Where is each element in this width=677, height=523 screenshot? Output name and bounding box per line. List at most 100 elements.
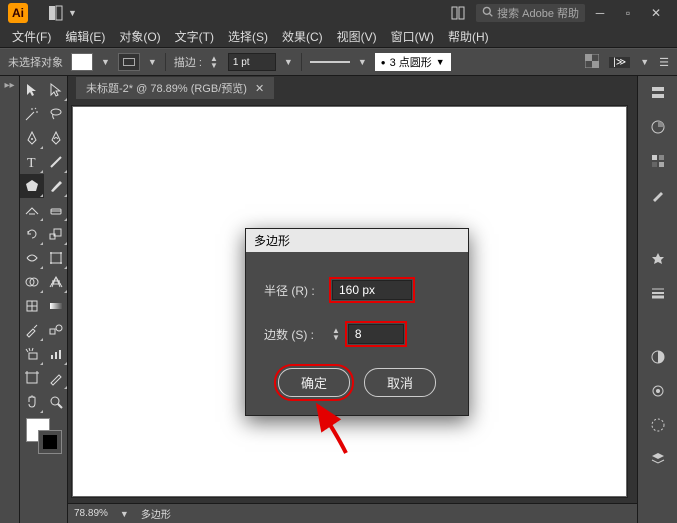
transparency-panel-icon[interactable] (647, 346, 669, 368)
polygon-tool[interactable] (20, 174, 44, 198)
svg-text:T: T (27, 156, 36, 170)
document-tab-bar: 未标题-2* @ 78.89% (RGB/预览) ✕ (68, 76, 637, 100)
sides-label: 边数 (S) : (264, 326, 326, 343)
layout-icon (48, 5, 64, 21)
menu-window[interactable]: 窗口(W) (385, 26, 440, 47)
magic-wand-tool[interactable] (20, 102, 44, 126)
right-panel-dock (637, 76, 677, 523)
status-bar: 78.89% ▼ 多边形 (68, 503, 637, 523)
selection-tool[interactable] (20, 78, 44, 102)
no-selection-label: 未选择对象 (8, 54, 63, 70)
curvature-tool[interactable] (44, 126, 68, 150)
document-tab-title: 未标题-2* @ 78.89% (RGB/预览) (86, 80, 247, 96)
graphic-styles-panel-icon[interactable] (647, 414, 669, 436)
hand-tool[interactable] (20, 390, 44, 414)
stroke-profile-icon[interactable] (310, 57, 350, 67)
panel-collapse-strip: ▸▸ (0, 76, 20, 523)
zoom-level[interactable]: 78.89% (74, 508, 108, 519)
menu-effect[interactable]: 效果(C) (276, 26, 329, 47)
layers-panel-icon[interactable] (647, 448, 669, 470)
type-tool[interactable]: T (20, 150, 44, 174)
menu-object[interactable]: 对象(O) (113, 26, 166, 47)
stroke-label: 描边 : (174, 54, 202, 70)
polygon-dialog: 多边形 半径 (R) : 边数 (S) : ▲▼ 确定 取消 (245, 228, 469, 416)
radius-input[interactable] (332, 280, 412, 300)
symbols-panel-icon[interactable] (647, 248, 669, 270)
fill-stroke-control[interactable] (20, 414, 68, 458)
window-controls: ─ ▫ ✕ (593, 6, 663, 20)
stroke-color-box[interactable] (38, 430, 62, 454)
free-transform-tool[interactable] (44, 246, 68, 270)
paintbrush-tool[interactable] (44, 174, 68, 198)
menu-edit[interactable]: 编辑(E) (59, 26, 111, 47)
maximize-button[interactable]: ▫ (621, 6, 635, 20)
chevron-down-icon[interactable]: ▼ (101, 57, 110, 67)
ok-button[interactable]: 确定 (278, 368, 350, 397)
stroke-width-input[interactable] (228, 53, 276, 71)
lasso-tool[interactable] (44, 102, 68, 126)
blend-tool[interactable] (44, 318, 68, 342)
document-tab[interactable]: 未标题-2* @ 78.89% (RGB/预览) ✕ (76, 77, 274, 99)
align-icon[interactable]: |≫ (609, 57, 630, 68)
shaper-tool[interactable] (20, 198, 44, 222)
brush-profile-dropdown[interactable]: ●3 点圆形▼ (375, 53, 451, 71)
title-bar: Ai ▼ 搜索 Adobe 帮助 ─ ▫ ✕ (0, 0, 677, 26)
options-menu-icon[interactable]: ☰ (659, 56, 669, 69)
menu-select[interactable]: 选择(S) (222, 26, 274, 47)
zoom-tool[interactable] (44, 390, 68, 414)
direct-selection-tool[interactable] (44, 78, 68, 102)
menu-bar: 文件(F) 编辑(E) 对象(O) 文字(T) 选择(S) 效果(C) 视图(V… (0, 26, 677, 48)
chevron-down-icon[interactable]: ▼ (120, 509, 129, 519)
stroke-panel-icon[interactable] (647, 282, 669, 304)
app-logo: Ai (8, 3, 28, 23)
gradient-tool[interactable] (44, 294, 68, 318)
chevron-down-icon[interactable]: ▼ (358, 57, 367, 67)
menu-help[interactable]: 帮助(H) (442, 26, 495, 47)
eraser-tool[interactable] (44, 198, 68, 222)
search-icon (482, 6, 493, 20)
shape-builder-tool[interactable] (20, 270, 44, 294)
fill-swatch[interactable] (71, 53, 93, 71)
pen-tool[interactable] (20, 126, 44, 150)
appearance-panel-icon[interactable] (647, 380, 669, 402)
width-tool[interactable] (20, 246, 44, 270)
chevron-down-icon[interactable]: ▼ (640, 57, 649, 67)
opacity-icon[interactable] (585, 54, 599, 71)
rotate-tool[interactable] (20, 222, 44, 246)
expand-right-icon[interactable]: ▸▸ (4, 80, 14, 91)
eyedropper-tool[interactable] (20, 318, 44, 342)
properties-panel-icon[interactable] (647, 82, 669, 104)
arrange-docs-icon[interactable] (450, 5, 466, 21)
swatches-panel-icon[interactable] (647, 150, 669, 172)
status-tool-mode: 多边形 (141, 506, 171, 521)
scale-tool[interactable] (44, 222, 68, 246)
chevron-down-icon[interactable]: ▼ (148, 57, 157, 67)
slice-tool[interactable] (44, 366, 68, 390)
line-segment-tool[interactable] (44, 150, 68, 174)
cancel-button[interactable]: 取消 (364, 368, 436, 397)
sides-input[interactable] (348, 324, 404, 344)
sides-stepper[interactable]: ▲▼ (332, 327, 340, 341)
stroke-swatch[interactable] (118, 53, 140, 71)
menu-file[interactable]: 文件(F) (6, 26, 57, 47)
dialog-title: 多边形 (246, 229, 468, 252)
chevron-down-icon[interactable]: ▼ (284, 57, 293, 67)
menu-type[interactable]: 文字(T) (169, 26, 220, 47)
brushes-panel-icon[interactable] (647, 184, 669, 206)
separator (301, 53, 302, 71)
color-panel-icon[interactable] (647, 116, 669, 138)
workspace-switcher[interactable]: ▼ (48, 5, 77, 21)
search-input[interactable]: 搜索 Adobe 帮助 (476, 4, 585, 22)
menu-view[interactable]: 视图(V) (331, 26, 383, 47)
stroke-stepper[interactable]: ▲▼ (210, 55, 218, 69)
column-graph-tool[interactable] (44, 342, 68, 366)
minimize-button[interactable]: ─ (593, 6, 607, 20)
close-button[interactable]: ✕ (649, 6, 663, 20)
toolbox: T (20, 76, 68, 523)
mesh-tool[interactable] (20, 294, 44, 318)
artboard-tool[interactable] (20, 366, 44, 390)
close-icon[interactable]: ✕ (255, 82, 264, 95)
options-bar: 未选择对象 ▼ ▼ 描边 : ▲▼ ▼ ▼ ●3 点圆形▼ |≫ ▼ ☰ (0, 48, 677, 76)
symbol-sprayer-tool[interactable] (20, 342, 44, 366)
perspective-grid-tool[interactable] (44, 270, 68, 294)
